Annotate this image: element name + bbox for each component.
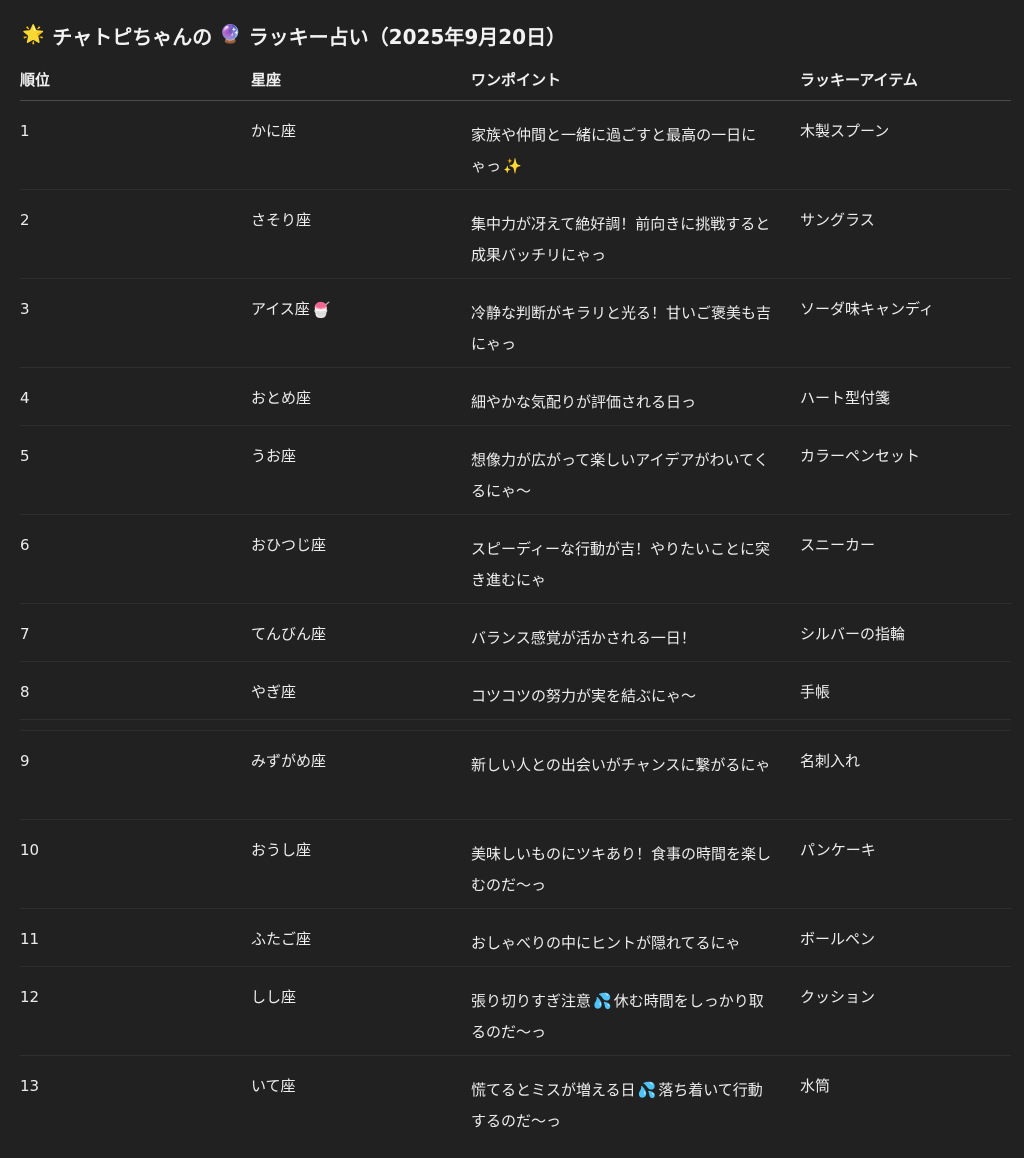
point-cell: おしゃべりの中にヒントが隠れてるにゃ	[471, 934, 741, 952]
rank-cell: 7	[20, 625, 30, 643]
point-text-a: 慌てるとミスが増える日	[471, 1081, 636, 1099]
sign-cell: おひつじ座	[251, 536, 327, 554]
sign-cell: てんびん座	[251, 625, 327, 643]
item-cell: ボールペン	[800, 930, 876, 948]
title-text-part-1: チャトピちゃんの	[52, 24, 213, 49]
table-row: 9 みずがめ座 新しい人との出会いがチャンスに繋がるにゃ 名刺入れ	[20, 731, 1011, 820]
item-cell: 名刺入れ	[800, 752, 861, 770]
rank-cell: 5	[20, 447, 30, 465]
sign-text: アイス座	[251, 300, 310, 318]
table-row: 12 しし座 張り切りすぎ注意 💦 休む時間をしっかり取るのだ〜っ クッション	[20, 967, 1011, 1056]
sign-cell: さそり座	[251, 211, 312, 229]
sign-cell: いて座	[251, 1077, 296, 1095]
item-cell: サングラス	[800, 211, 875, 229]
point-cell: 慌てるとミスが増える日 💦 落ち着いて行動するのだ〜っ	[471, 1075, 771, 1137]
title-text-part-2: ラッキー占い（2025年9月20日）	[248, 24, 567, 49]
item-cell: クッション	[800, 988, 876, 1006]
point-cell: 張り切りすぎ注意 💦 休む時間をしっかり取るのだ〜っ	[471, 986, 771, 1048]
item-cell: 手帳	[800, 683, 831, 701]
sign-cell: しし座	[251, 988, 297, 1006]
page-title: 🌟 チャトピちゃんの 🔮 ラッキー占い（2025年9月20日）	[22, 20, 566, 50]
sun-icon: 🌟	[22, 24, 45, 45]
sweat-drops-icon: 💦	[637, 1081, 657, 1099]
table-row: 8 やぎ座 コツコツの努力が実を結ぶにゃ〜 手帳	[20, 662, 1011, 720]
item-cell: カラーペンセット	[800, 447, 921, 465]
rank-cell: 6	[20, 536, 30, 554]
shaved-ice-icon: 🍧	[311, 300, 331, 319]
table-row: 13 いて座 慌てるとミスが増える日 💦 落ち着いて行動するのだ〜っ 水筒	[20, 1056, 1011, 1144]
point-cell: 美味しいものにツキあり！食事の時間を楽しむのだ〜っ	[471, 845, 772, 894]
sign-cell: アイス座 🍧	[251, 298, 451, 321]
table-row: 3 アイス座 🍧 冷静な判断がキラリと光る！甘いご褒美も吉にゃっ ソーダ味キャンデ…	[20, 279, 1011, 368]
table-row: 6 おひつじ座 スピーディーな行動が吉！やりたいことに突き進むにゃ スニーカー	[20, 515, 1011, 604]
table-header: 順位 星座 ワンポイント ラッキーアイテム	[20, 60, 1011, 101]
rank-cell: 13	[20, 1077, 40, 1095]
table-row: 7 てんびん座 バランス感覚が活かされる一日！ シルバーの指輪	[20, 604, 1011, 662]
point-cell: 細やかな気配りが評価される日っ	[471, 393, 697, 411]
item-cell: パンケーキ	[800, 841, 876, 859]
table-row: 2 さそり座 集中力が冴えて絶好調！前向きに挑戦すると成果バッチリにゃっ サング…	[20, 190, 1011, 279]
rank-cell: 8	[20, 683, 30, 701]
table-row: 1 かに座 家族や仲間と一緒に過ごすと最高の一日にゃっ ✨ 木製スプーン	[20, 101, 1011, 190]
point-cell: スピーディーな行動が吉！やりたいことに突き進むにゃ	[471, 540, 770, 589]
rank-cell: 4	[20, 389, 30, 407]
point-cell: バランス感覚が活かされる一日！	[471, 629, 696, 647]
sign-cell: ふたご座	[251, 930, 312, 948]
item-cell: 木製スプーン	[800, 122, 890, 140]
sign-cell: やぎ座	[251, 683, 297, 701]
point-cell: 想像力が広がって楽しいアイデアがわいてくるにゃ〜	[471, 451, 769, 500]
item-cell: ハート型付箋	[800, 389, 891, 407]
fortune-page: 🌟 チャトピちゃんの 🔮 ラッキー占い（2025年9月20日） 順位 星座 ワン…	[0, 0, 1024, 1158]
header-rank: 順位	[20, 71, 51, 89]
rank-cell: 1	[20, 122, 30, 140]
table-row: 10 おうし座 美味しいものにツキあり！食事の時間を楽しむのだ〜っ パンケーキ	[20, 820, 1011, 909]
point-text-a: 張り切りすぎ注意	[471, 992, 592, 1010]
table-row: 4 おとめ座 細やかな気配りが評価される日っ ハート型付箋	[20, 368, 1011, 426]
header-sign: 星座	[251, 71, 282, 89]
sign-cell: かに座	[251, 122, 297, 140]
point-cell: コツコツの努力が実を結ぶにゃ〜	[471, 687, 697, 705]
sign-cell: おとめ座	[251, 389, 312, 407]
table-row: 5 うお座 想像力が広がって楽しいアイデアがわいてくるにゃ〜 カラーペンセット	[20, 426, 1011, 515]
header-point: ワンポイント	[471, 71, 562, 89]
point-cell: 集中力が冴えて絶好調！前向きに挑戦すると成果バッチリにゃっ	[471, 215, 771, 264]
rank-cell: 12	[20, 988, 40, 1006]
fortune-table: 順位 星座 ワンポイント ラッキーアイテム 1 かに座 家族や仲間と一緒に過ごす…	[20, 60, 1011, 1144]
header-item: ラッキーアイテム	[800, 71, 918, 89]
item-cell: シルバーの指輪	[800, 625, 906, 643]
table-row: 11 ふたご座 おしゃべりの中にヒントが隠れてるにゃ ボールペン	[20, 909, 1011, 967]
section-divider	[20, 720, 1011, 731]
crystal-ball-icon: 🔮	[219, 24, 242, 45]
item-cell: スニーカー	[800, 536, 876, 554]
rank-cell: 11	[20, 930, 40, 948]
sign-cell: おうし座	[251, 841, 312, 859]
sign-cell: うお座	[251, 447, 297, 465]
rank-cell: 2	[20, 211, 30, 229]
point-cell: 冷静な判断がキラリと光る！甘いご褒美も吉にゃっ	[471, 304, 772, 353]
rank-cell: 9	[20, 752, 30, 770]
item-cell: ソーダ味キャンディ	[800, 300, 934, 318]
item-cell: 水筒	[800, 1077, 831, 1095]
sparkles-icon: ✨	[503, 157, 522, 175]
rank-cell: 3	[20, 300, 30, 318]
rank-cell: 10	[20, 841, 40, 859]
point-cell: 家族や仲間と一緒に過ごすと最高の一日にゃっ ✨	[471, 120, 771, 182]
sign-cell: みずがめ座	[251, 752, 327, 770]
point-cell: 新しい人との出会いがチャンスに繋がるにゃ	[471, 756, 771, 774]
sweat-drops-icon: 💦	[593, 992, 612, 1010]
